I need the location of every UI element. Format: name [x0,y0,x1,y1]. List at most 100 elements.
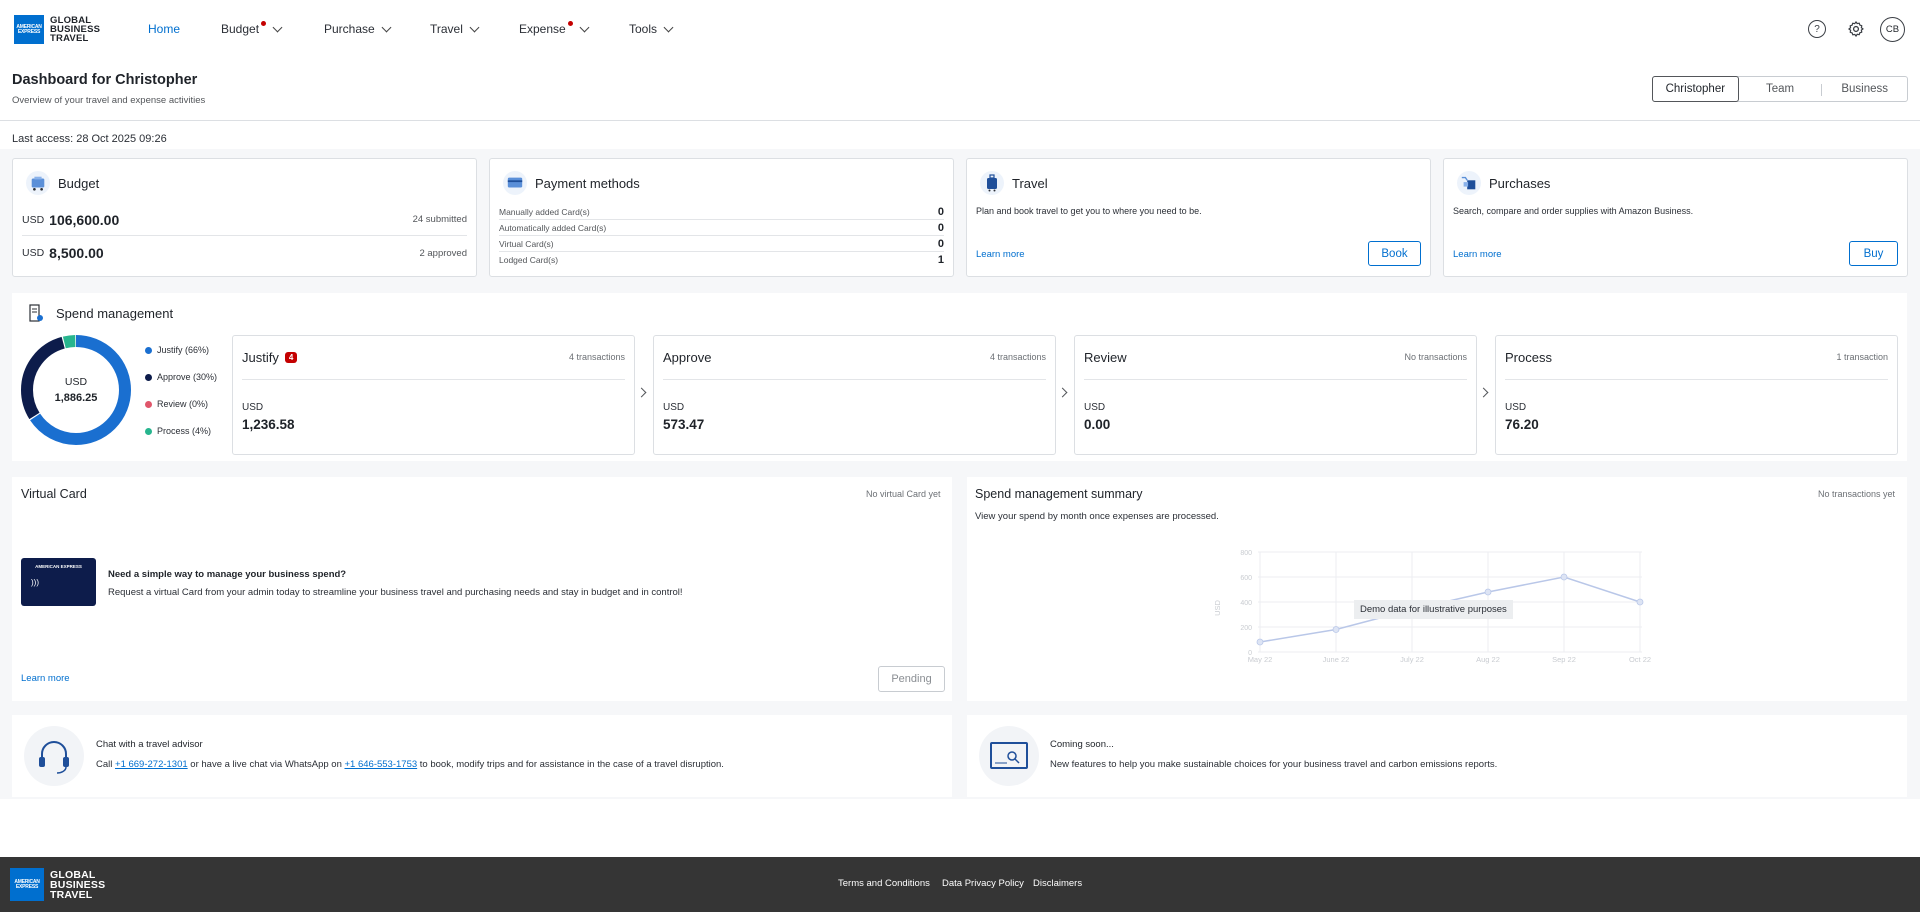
x-tick-label: May 22 [1248,655,1273,664]
payment-methods-card: Payment methods Manually added Card(s) 0 … [489,158,954,277]
legend-swatch [145,400,152,408]
last-access-text: Last access: 28 Oct 2025 09:26 [12,133,167,145]
credit-card-icon [503,171,527,195]
phone-link-1[interactable]: +1 669-272-1301 [115,759,188,770]
nav-expense[interactable]: Expense [519,20,590,36]
help-icon[interactable]: ? [1808,20,1826,38]
justify-amount: 1,236.58 [242,417,295,432]
gear-icon[interactable] [1847,20,1865,38]
justify-count-badge: 4 [284,352,298,363]
payment-methods-title: Payment methods [535,176,640,191]
shopping-box-icon [1457,171,1481,195]
x-tick-label: Sep 22 [1552,655,1576,664]
stage-approve[interactable]: Approve 4 transactions USD 573.47 [653,335,1056,455]
footer-wordmark: GLOBAL BUSINESS TRAVEL [50,868,106,901]
virtual-card-description: Request a virtual Card from your admin t… [108,587,683,598]
travel-learn-more-link[interactable]: Learn more [976,249,1025,260]
legend-approve: Approve (30%) [145,372,217,382]
virtual-card-status: No virtual Card yet [866,489,941,499]
budget-approved-row: USD 8,500.00 2 approved [22,245,467,261]
nav-purchase[interactable]: Purchase [324,22,392,36]
x-tick-label: Oct 22 [1629,655,1651,664]
y-tick-label: 200 [1240,625,1252,632]
chevron-down-icon [272,22,283,32]
scope-team[interactable]: Team [1738,77,1823,101]
nav-budget[interactable]: Budget [221,20,283,36]
book-button[interactable]: Book [1368,241,1421,266]
budget-approved-amount: 8,500.00 [49,245,104,261]
demo-data-overlay: Demo data for illustrative purposes [1354,600,1513,619]
chevron-down-icon [579,22,590,32]
payment-row: Virtual Card(s) 0 [499,236,944,252]
spend-management-title: Spend management [56,306,174,321]
travel-card: Travel Plan and book travel to get you t… [966,158,1431,277]
scope-christopher[interactable]: Christopher [1652,76,1739,102]
page-title: Dashboard for Christopher [12,72,198,88]
stage-justify[interactable]: Justify 4 4 transactions USD 1,236.58 [232,335,635,455]
privacy-link[interactable]: Data Privacy Policy [942,878,1024,889]
footer: AMERICAN EXPRESS GLOBAL BUSINESS TRAVEL … [0,857,1920,912]
sustainability-report-icon [979,726,1039,786]
amex-logo-icon: AMERICAN EXPRESS [14,15,44,44]
disclaimers-link[interactable]: Disclaimers [1033,878,1082,889]
data-point [1332,626,1340,633]
budget-submitted-row: USD 106,600.00 24 submitted [22,204,467,236]
stage-process[interactable]: Process 1 transaction USD 76.20 [1495,335,1898,455]
phone-link-2[interactable]: +1 646-553-1753 [345,759,418,770]
virtual-card-image: AMERICAN EXPRESS ))) [21,558,96,606]
contactless-icon: ))) [31,578,39,587]
legend-process: Process (4%) [145,426,211,436]
x-tick-label: June 22 [1323,655,1350,664]
scope-business[interactable]: Business [1822,77,1907,101]
payment-row: Manually added Card(s) 0 [499,204,944,220]
amex-logo-icon: AMERICAN EXPRESS [10,868,44,901]
nav-travel[interactable]: Travel [430,22,480,36]
chevron-down-icon [381,22,392,32]
buy-button[interactable]: Buy [1849,241,1898,266]
luggage-icon [980,171,1004,195]
receipt-icon [24,302,48,326]
purchases-title: Purchases [1489,176,1551,191]
approve-amount: 573.47 [663,417,705,432]
data-point [1560,573,1568,581]
headset-icon [24,726,84,786]
y-tick-label: 400 [1240,600,1252,607]
travel-title: Travel [1012,176,1048,191]
virtual-card-title: Virtual Card [21,487,87,501]
nav-tools[interactable]: Tools [629,22,674,36]
footer-logo: AMERICAN EXPRESS GLOBAL BUSINESS TRAVEL [10,868,105,901]
brand-logo[interactable]: AMERICAN EXPRESS GLOBAL BUSINESS TRAVEL [14,15,100,44]
coming-soon-title: Coming soon... [1050,739,1114,750]
data-point [1636,598,1644,606]
page-header: Dashboard for Christopher Overview of yo… [0,59,1920,121]
coming-soon-panel [967,715,1907,797]
page-subtitle: Overview of your travel and expense acti… [12,95,206,106]
donut-currency: USD [64,376,88,388]
chevron-down-icon [663,22,674,32]
nav-home[interactable]: Home [148,22,180,36]
legend-swatch [145,346,152,354]
budget-card: Budget USD 106,600.00 24 submitted USD 8… [12,158,477,277]
terms-link[interactable]: Terms and Conditions [838,878,930,889]
purchases-learn-more-link[interactable]: Learn more [1453,249,1502,260]
x-tick-label: July 22 [1400,655,1424,664]
donut-total: 1,886.25 [54,392,98,404]
payment-row: Automatically added Card(s) 0 [499,220,944,236]
budget-submitted-amount: 106,600.00 [49,211,120,228]
pending-button: Pending [878,666,945,692]
budget-title: Budget [58,176,100,191]
y-tick-label: 800 [1240,550,1252,557]
virtual-card-learn-more-link[interactable]: Learn more [21,673,70,684]
purchases-card: Purchases Search, compare and order supp… [1443,158,1908,277]
legend-justify: Justify (66%) [145,345,209,355]
travel-advisor-panel [12,715,952,797]
x-tick-label: Aug 22 [1476,655,1500,664]
payment-row: Lodged Card(s) 1 [499,254,944,266]
budget-icon [26,171,50,195]
avatar[interactable]: CB [1880,17,1905,42]
purchases-description: Search, compare and order supplies with … [1453,206,1694,216]
chevron-down-icon [469,22,480,32]
stage-review[interactable]: Review No transactions USD 0.00 [1074,335,1477,455]
y-tick-label: 600 [1240,575,1252,582]
scope-switcher: Christopher Team Business [1652,76,1908,102]
